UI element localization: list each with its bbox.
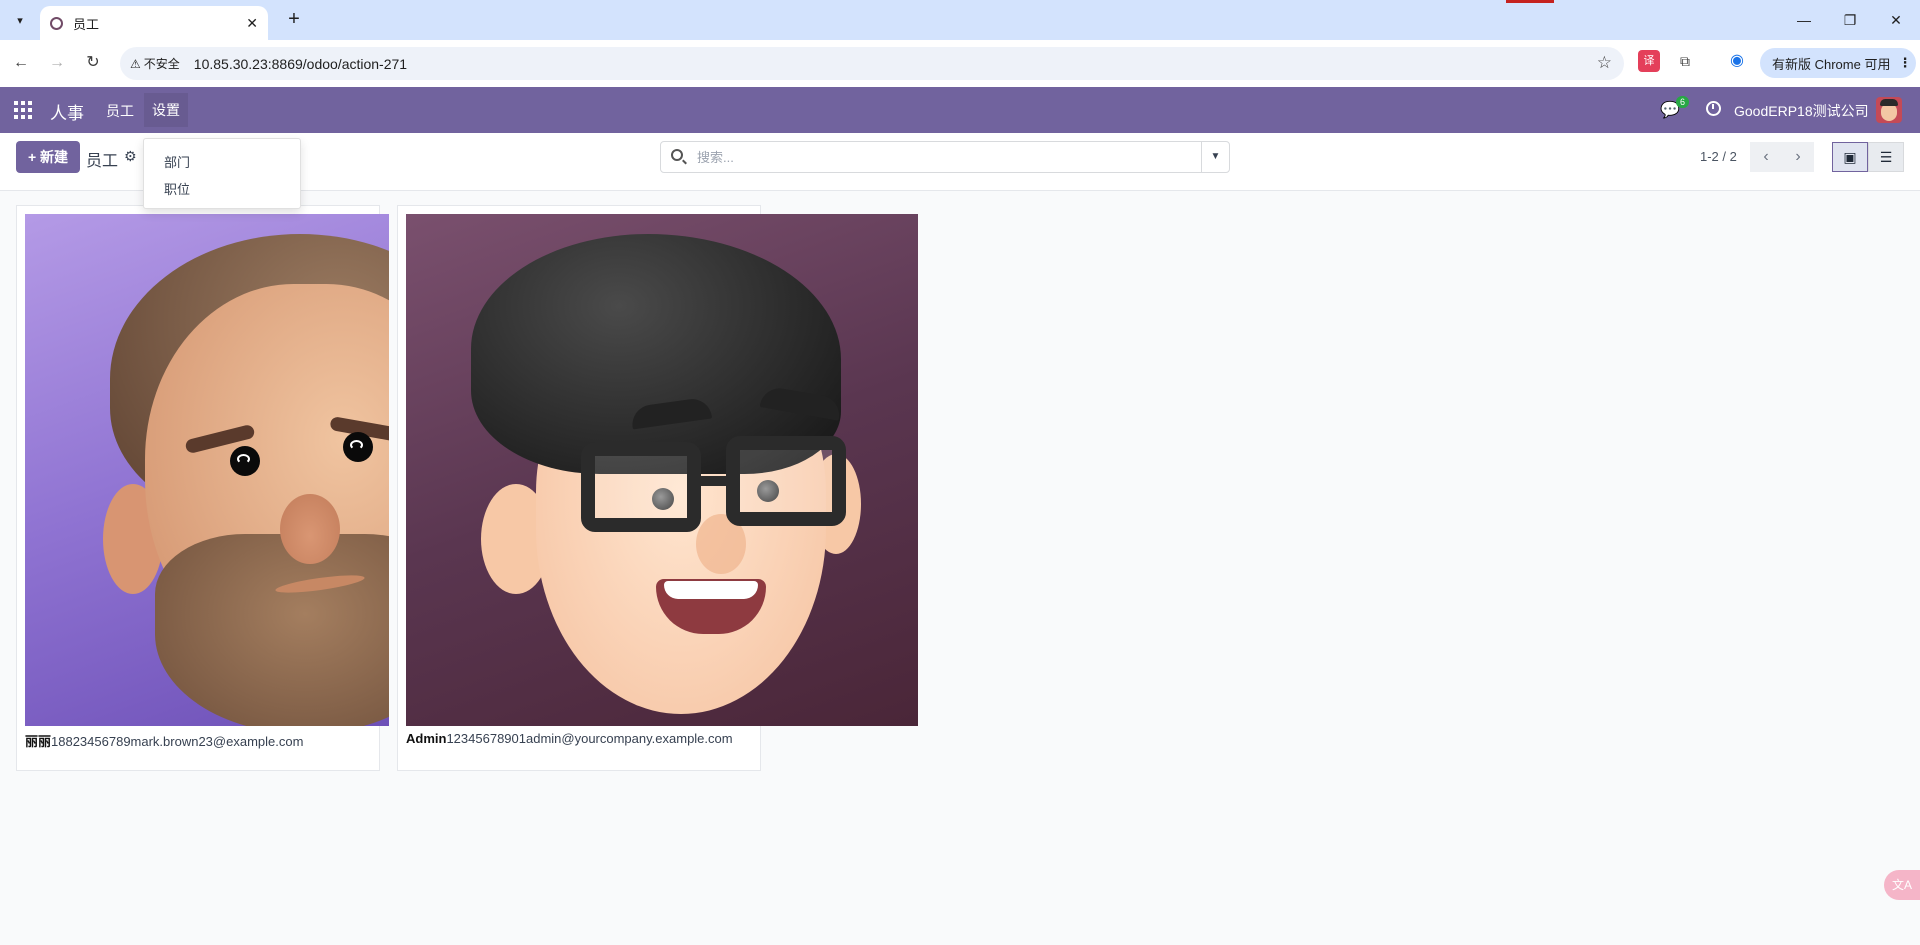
pager-value[interactable]: 1-2 / 2 bbox=[1700, 149, 1737, 164]
profile-icon[interactable]: ◉ bbox=[1726, 50, 1748, 72]
recording-indicator bbox=[1506, 0, 1554, 3]
minimize-icon[interactable]: — bbox=[1792, 8, 1816, 32]
search-icon bbox=[671, 149, 683, 161]
restore-icon[interactable]: ❐ bbox=[1838, 8, 1862, 32]
chrome-update-button[interactable]: 有新版 Chrome 可用 ⋮ bbox=[1760, 48, 1916, 78]
odoo-favicon-icon bbox=[50, 16, 63, 30]
security-label: 不安全 bbox=[143, 57, 180, 71]
user-avatar[interactable] bbox=[1876, 97, 1902, 123]
breadcrumb: 员工 bbox=[86, 153, 119, 170]
security-chip[interactable]: ⚠ 不安全 bbox=[130, 55, 180, 72]
pager-next-icon[interactable]: › bbox=[1782, 142, 1814, 172]
menu-settings[interactable]: 设置 bbox=[144, 93, 188, 127]
reload-icon[interactable]: ↻ bbox=[80, 50, 106, 76]
odoo-navbar: 人事 员工 设置 💬 6 GoodERP18测试公司 bbox=[0, 87, 1920, 133]
employee-phone: 12345678901 bbox=[446, 731, 526, 746]
chat-badge: 6 bbox=[1676, 96, 1690, 108]
address-bar[interactable]: ⚠ 不安全 10.85.30.23:8869/odoo/action-271 ☆ bbox=[120, 47, 1624, 80]
employee-card[interactable]: Admin12345678901admin@yourcompany.exampl… bbox=[397, 205, 918, 771]
tab-close-icon[interactable]: ✕ bbox=[246, 15, 258, 32]
close-icon[interactable]: ✕ bbox=[1884, 8, 1908, 32]
new-tab-button[interactable]: + bbox=[282, 8, 306, 32]
tab-title: 员工 bbox=[73, 16, 100, 32]
new-button-label: 新建 bbox=[40, 149, 69, 165]
employee-email: mark.brown23@example.com bbox=[130, 734, 304, 749]
apps-menu-icon[interactable] bbox=[14, 101, 32, 119]
employee-photo bbox=[25, 214, 389, 726]
extensions-icon[interactable]: ⧉ bbox=[1674, 50, 1696, 72]
tab-search-icon[interactable]: ▾ bbox=[8, 8, 32, 32]
kebab-icon[interactable]: ⋮ bbox=[1898, 55, 1911, 71]
url-text[interactable]: 10.85.30.23:8869/odoo/action-271 bbox=[194, 56, 407, 72]
menu-employees[interactable]: 员工 bbox=[104, 101, 136, 121]
company-switcher[interactable]: GoodERP18测试公司 bbox=[1734, 101, 1869, 121]
plus-icon: + bbox=[27, 149, 37, 165]
employee-name: Admin bbox=[406, 731, 447, 746]
back-icon[interactable]: ← bbox=[8, 50, 34, 76]
translate-extension-icon[interactable]: 译 bbox=[1638, 50, 1660, 72]
star-icon[interactable]: ☆ bbox=[1597, 53, 1612, 73]
dropdown-item-departments[interactable]: 部门 bbox=[144, 149, 300, 176]
search-bar: ▼ bbox=[660, 141, 1230, 173]
browser-tab[interactable]: 员工 ✕ bbox=[40, 6, 268, 40]
pager-previous-icon[interactable]: ‹ bbox=[1750, 142, 1782, 172]
employee-phone: 18823456789 bbox=[51, 734, 131, 749]
floating-translate-icon[interactable]: 文A bbox=[1884, 870, 1920, 900]
employee-photo bbox=[406, 214, 918, 726]
update-label: 有新版 Chrome 可用 bbox=[1772, 56, 1891, 72]
kanban-view-button[interactable]: ▣ bbox=[1832, 142, 1868, 172]
dropdown-item-job-positions[interactable]: 职位 bbox=[144, 176, 300, 203]
employee-name: 丽丽 bbox=[25, 734, 52, 749]
search-input[interactable] bbox=[697, 142, 1177, 172]
warning-icon: ⚠ bbox=[130, 56, 141, 71]
list-view-button[interactable]: ☰ bbox=[1868, 142, 1904, 172]
gear-icon[interactable]: ⚙ bbox=[124, 148, 137, 165]
employee-info: Admin12345678901admin@yourcompany.exampl… bbox=[406, 731, 733, 746]
app-name[interactable]: 人事 bbox=[50, 99, 84, 124]
employee-email: admin@yourcompany.example.com bbox=[525, 731, 733, 746]
browser-toolbar: ← → ↻ ⚠ 不安全 10.85.30.23:8869/odoo/action… bbox=[0, 40, 1920, 87]
forward-icon[interactable]: → bbox=[44, 50, 70, 76]
settings-dropdown-menu: 部门 职位 bbox=[143, 138, 301, 209]
search-options-toggle[interactable]: ▼ bbox=[1201, 142, 1229, 172]
employee-info: 丽丽18823456789mark.brown23@example.com bbox=[25, 731, 303, 750]
employee-card[interactable]: 丽丽18823456789mark.brown23@example.com bbox=[16, 205, 389, 771]
activity-clock-icon[interactable] bbox=[1706, 101, 1721, 116]
new-button[interactable]: + 新建 bbox=[16, 141, 80, 173]
browser-tab-bar: ▾ 员工 ✕ + — ❐ ✕ bbox=[0, 0, 1920, 40]
